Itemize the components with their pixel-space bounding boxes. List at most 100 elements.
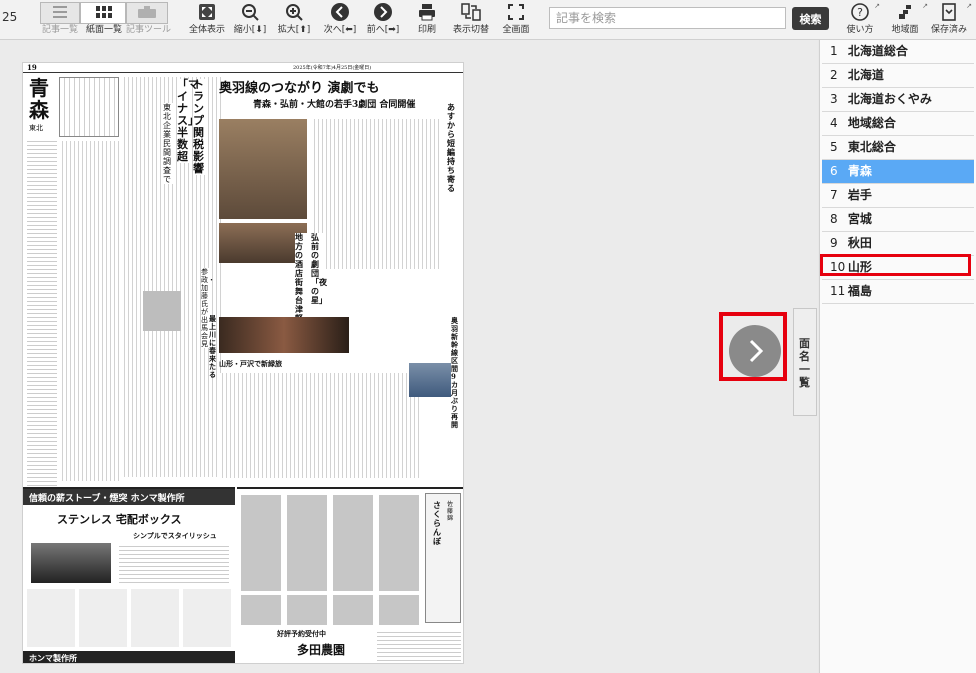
fullscreen-icon bbox=[508, 4, 524, 20]
next-page-button[interactable]: 次へ[⬅] bbox=[318, 2, 362, 38]
howto-button[interactable]: ? ↗ 使い方 bbox=[844, 2, 880, 38]
page-item-number: 9 bbox=[830, 236, 838, 250]
page-item-name: 地域総合 bbox=[847, 116, 896, 130]
zoom-out-icon bbox=[242, 4, 259, 21]
advertisement-cherry[interactable]: さくらんぼ 佐藤錦 好評予約受付中 多田農園 bbox=[237, 487, 463, 663]
page-item-name: 北海道おくやみ bbox=[847, 92, 932, 106]
display-switch-label: 表示切替 bbox=[452, 25, 489, 35]
ad-product-photo bbox=[31, 543, 111, 583]
page-item-5[interactable]: 5 東北総合 bbox=[822, 136, 974, 160]
page-header: 19 2025年(令和7年)4月25日(金曜日) bbox=[23, 63, 463, 73]
grid-icon bbox=[96, 6, 112, 18]
ad-tagline: シンプルでスタイリッシュ bbox=[133, 531, 217, 540]
toolbar: 25 記事一覧 紙面一覧 記事ツール 全体表示 縮小[⬇] 拡大[⬆] 次へ[⬅… bbox=[0, 0, 976, 40]
page-item-11[interactable]: 11 福島 bbox=[822, 280, 974, 304]
page-item-7[interactable]: 7 岩手 bbox=[822, 184, 974, 208]
page-viewer[interactable]: 19 2025年(令和7年)4月25日(金曜日) 青森 東北 トランプ関税影響 … bbox=[0, 40, 818, 673]
ad-cherry-boxes bbox=[241, 495, 421, 591]
search-button[interactable]: 検索 bbox=[792, 7, 829, 30]
headline-sub: 青森・弘前・大館の若手3劇団 合同開催 bbox=[253, 100, 416, 110]
prev-page-button[interactable]: 前へ[➡] bbox=[362, 2, 404, 38]
headline-yamagata: 山形・戸沢で新緑旅 bbox=[219, 359, 282, 368]
help-icon: ? bbox=[851, 3, 869, 21]
headline-minus: 「マイナス」半数超 bbox=[177, 78, 199, 163]
page-item-3[interactable]: 3 北海道おくやみ bbox=[822, 88, 974, 112]
ad-title: 信頼の薪ストーブ・煙突 ホンマ製作所 bbox=[29, 494, 185, 504]
fullscreen-label: 全画面 bbox=[502, 25, 530, 35]
headline-main: 奥羽線のつながり 演劇でも bbox=[219, 81, 380, 96]
headline-tariff: トランプ関税影響 bbox=[193, 79, 207, 175]
portrait-photo bbox=[143, 291, 181, 331]
page-item-1[interactable]: 1 北海道総合 bbox=[822, 40, 974, 64]
page-name-list: 1 北海道総合 2 北海道 3 北海道おくやみ 4 地域総合 5 東北総合 6 … bbox=[819, 40, 976, 673]
page-item-name: 北海道 bbox=[847, 68, 884, 82]
headline-mogami: 最上川に春来たる bbox=[209, 314, 216, 379]
ad-subtitle: ステンレス 宅配ボックス bbox=[57, 513, 182, 526]
regional-map-icon bbox=[899, 5, 911, 19]
zoom-in-button[interactable]: 拡大[⬆] bbox=[276, 2, 312, 38]
ad-cherry-sub: 佐藤錦 bbox=[447, 501, 454, 522]
text-column bbox=[219, 373, 419, 478]
saved-button[interactable]: ↗ 保存済み bbox=[930, 2, 972, 38]
print-button[interactable]: 印刷 bbox=[410, 2, 444, 38]
headline-survey: 東北企業 民間調査で bbox=[163, 103, 174, 184]
external-link-icon: ↗ bbox=[874, 2, 880, 10]
page-indicator: 25 bbox=[2, 10, 18, 24]
page-item-4[interactable]: 4 地域総合 bbox=[822, 112, 974, 136]
page-item-9[interactable]: 9 秋田 bbox=[822, 232, 974, 256]
page-name-tab[interactable]: 面名一覧 bbox=[793, 308, 817, 416]
ad-footer: ホンマ製作所 bbox=[29, 653, 77, 663]
fit-screen-icon bbox=[199, 4, 215, 20]
page-item-number: 8 bbox=[830, 212, 838, 226]
fullscreen-button[interactable]: 全画面 bbox=[498, 2, 534, 38]
printer-icon bbox=[419, 4, 435, 21]
section-title: 青森 bbox=[29, 76, 49, 122]
advertisement-stove[interactable]: 信頼の薪ストーブ・煙突 ホンマ製作所 ステンレス 宅配ボックス シンプルでスタイ… bbox=[23, 487, 235, 663]
page-item-name: 福島 bbox=[847, 284, 872, 298]
page-item-2[interactable]: 2 北海道 bbox=[822, 64, 974, 88]
display-switch-icon bbox=[461, 3, 481, 21]
display-switch-button[interactable]: 表示切替 bbox=[452, 2, 490, 38]
external-link-icon: ↗ bbox=[922, 2, 928, 10]
page-item-name: 宮城 bbox=[847, 212, 872, 226]
page-item-number: 11 bbox=[830, 284, 846, 298]
headline-side: あすから 短編持ち寄る bbox=[447, 102, 455, 193]
svg-text:?: ? bbox=[857, 6, 863, 19]
page-item-name: 岩手 bbox=[847, 188, 872, 202]
list-icon bbox=[53, 6, 67, 18]
page-item-name: 北海道総合 bbox=[847, 44, 908, 58]
ad-cherry-farm: 多田農園 bbox=[297, 643, 346, 657]
search-input[interactable] bbox=[549, 7, 786, 29]
fit-label: 全体表示 bbox=[188, 25, 225, 35]
page-item-name: 東北総合 bbox=[847, 140, 896, 154]
article-tool-button[interactable]: 記事ツール bbox=[126, 2, 171, 38]
article-list-label: 記事一覧 bbox=[41, 25, 78, 35]
theater-photo bbox=[219, 119, 307, 219]
prev-page-label: 前へ[➡] bbox=[366, 25, 400, 35]
page-list-button[interactable]: 紙面一覧 bbox=[82, 2, 126, 38]
newspaper-page[interactable]: 19 2025年(令和7年)4月25日(金曜日) 青森 東北 トランプ関税影響 … bbox=[22, 62, 464, 664]
highlight-box-next bbox=[719, 312, 787, 381]
table-box bbox=[59, 77, 119, 137]
text-column bbox=[311, 119, 441, 269]
text-column bbox=[59, 141, 119, 481]
fit-button[interactable]: 全体表示 bbox=[188, 2, 226, 38]
zoom-out-button[interactable]: 縮小[⬇] bbox=[232, 2, 268, 38]
page-item-number: 1 bbox=[830, 44, 838, 58]
left-index-column bbox=[27, 138, 57, 488]
ad-cherry-boxes-2 bbox=[241, 595, 421, 625]
article-list-button[interactable]: 記事一覧 bbox=[40, 2, 80, 38]
ad-cherry-text bbox=[377, 629, 461, 663]
print-label: 印刷 bbox=[417, 25, 436, 35]
regional-button[interactable]: ↗ 地域面 bbox=[886, 2, 928, 38]
headline-theater: 弘前の劇団「夜の星」 bbox=[311, 232, 327, 305]
page-item-6-selected[interactable]: 6 青森 bbox=[822, 160, 974, 184]
ad-grid bbox=[27, 589, 231, 647]
howto-label: 使い方 bbox=[846, 25, 874, 35]
zoom-out-label: 縮小[⬇] bbox=[233, 25, 267, 35]
page-item-8[interactable]: 8 宮城 bbox=[822, 208, 974, 232]
page-item-number: 4 bbox=[830, 116, 838, 130]
page-item-number: 3 bbox=[830, 92, 838, 106]
railway-photo bbox=[409, 363, 457, 397]
external-link-icon: ↗ bbox=[966, 2, 972, 10]
